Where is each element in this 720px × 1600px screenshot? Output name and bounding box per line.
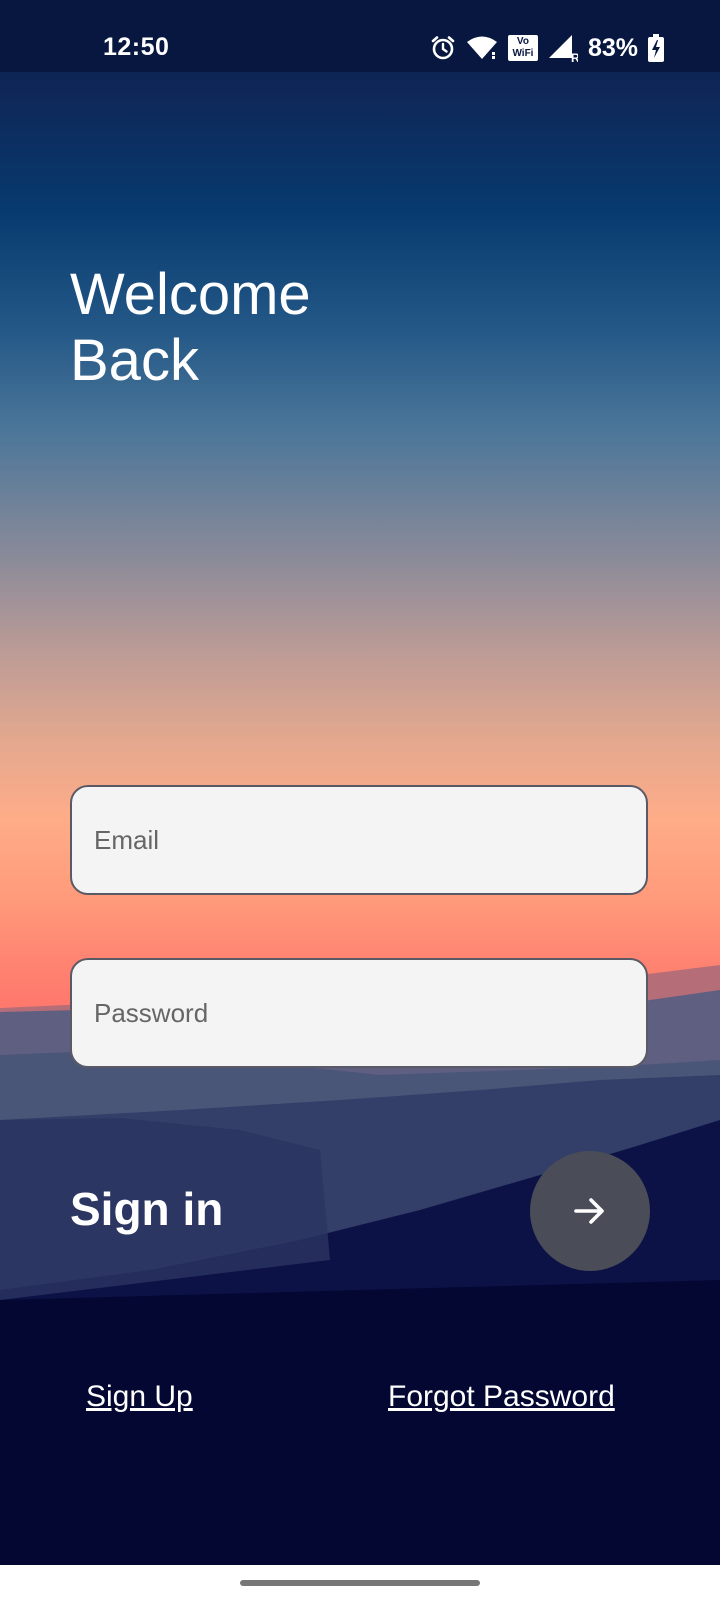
volte-label-bottom: WiFi (512, 48, 534, 59)
battery-charging-icon (648, 34, 664, 62)
status-time: 12:50 (103, 33, 170, 61)
login-screen: 12:50 Vo WiFi R 83% Welcome Back Email S… (0, 0, 720, 1600)
volte-label-top: Vo (516, 36, 529, 47)
password-field[interactable] (70, 958, 648, 1068)
arrow-right-icon (574, 1198, 604, 1224)
signin-submit-button[interactable] (530, 1151, 650, 1271)
welcome-heading: Welcome Back (70, 262, 470, 394)
email-field[interactable] (70, 785, 648, 895)
signin-label: Sign in (70, 1183, 224, 1235)
home-gesture-handle[interactable] (240, 1580, 480, 1586)
battery-percent: 83% (587, 33, 638, 62)
forgot-password-link[interactable]: Forgot Password (388, 1380, 615, 1414)
volte-wifi-icon: Vo WiFi (507, 35, 538, 61)
wifi-icon (466, 36, 497, 59)
navigation-bar (0, 1565, 720, 1600)
status-icons: Vo WiFi R 83% (430, 31, 664, 65)
status-bar: 12:50 Vo WiFi R 83% (0, 0, 720, 72)
welcome-line-1: Welcome (70, 262, 311, 327)
signup-link[interactable]: Sign Up (86, 1380, 193, 1414)
signal-icon: R (548, 35, 578, 62)
welcome-line-2: Back (70, 328, 199, 393)
roaming-label: R (571, 51, 578, 62)
alarm-icon (431, 36, 455, 60)
